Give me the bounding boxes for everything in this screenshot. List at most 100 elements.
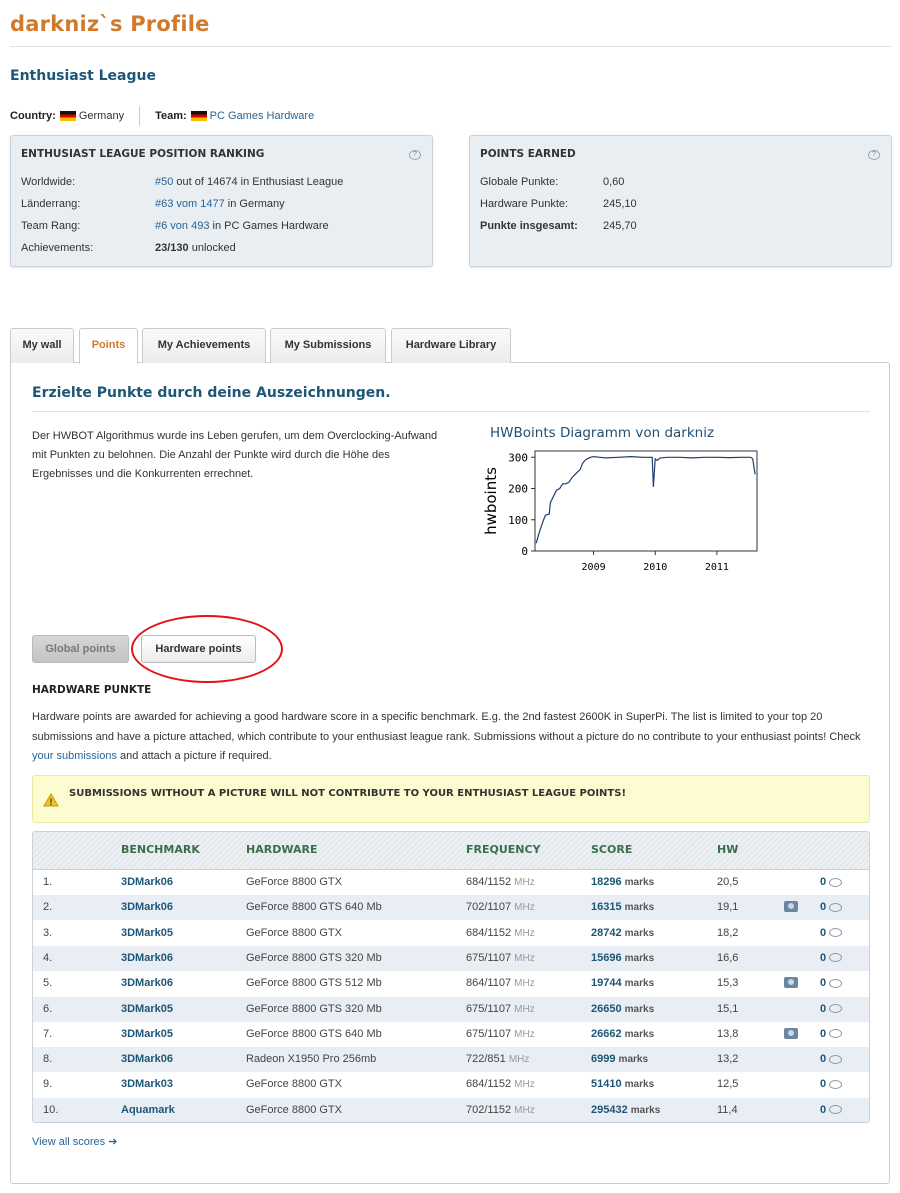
frequency-cell: 675/1107 MHz [466,952,535,964]
score-link[interactable]: 6999 [591,1053,615,1065]
comment-count: 0 [820,876,827,888]
tab-hardware-library[interactable]: Hardware Library [391,328,511,363]
score-link[interactable]: 26662 [591,1028,622,1040]
page-title: darkniz`s Profile [10,12,210,36]
points-label: Hardware Punkte: [480,198,569,210]
comment-count: 0 [820,1027,827,1040]
comments-cell[interactable]: 0 [820,977,843,990]
camera-icon[interactable] [784,901,798,913]
mhz-unit: MHz [514,877,535,888]
tab-points[interactable]: Points [79,328,138,364]
score-cell: 51410 marks [591,1078,654,1090]
mhz-unit: MHz [514,978,535,990]
comment-bubble-icon [829,877,843,887]
marks-unit: marks [618,1054,649,1066]
comments-cell[interactable]: 0 [820,901,843,913]
benchmark-link[interactable]: 3DMark06 [121,901,173,913]
global-points-button[interactable]: Global points [32,635,129,663]
table-row: 2. 3DMark06 GeForce 8800 GTS 640 Mb 702/110… [33,895,869,921]
frequency-value: 864/1107 [466,977,512,990]
score-link[interactable]: 28742 [591,927,622,939]
comment-bubble-icon [829,1004,843,1014]
comments-cell[interactable]: 0 [820,1027,843,1040]
comment-bubble-icon [829,1029,843,1039]
mhz-unit: MHz [514,1104,535,1116]
column-header-hardware[interactable]: HARDWARE [246,843,317,856]
points-label: Globale Punkte: [480,176,559,188]
score-link[interactable]: 51410 [591,1078,622,1090]
benchmark-link[interactable]: Aquamark [121,1104,175,1116]
mhz-unit: MHz [514,1028,535,1040]
help-icon[interactable]: ? [409,150,421,160]
score-link[interactable]: 295432 [591,1104,628,1116]
team-link[interactable]: PC Games Hardware [210,110,315,122]
column-header-score[interactable]: SCORE [591,843,632,856]
chart-y-tick-label: 300 [508,451,528,464]
benchmark-link[interactable]: 3DMark06 [121,876,173,888]
chart-y-tick-label: 100 [508,514,528,527]
hardware-name: GeForce 8800 GTS 640 Mb [246,1027,382,1040]
score-link[interactable]: 18296 [591,876,622,888]
hw-points: 19,1 [717,901,739,914]
comment-bubble-icon [829,1105,843,1115]
benchmark-link[interactable]: 3DMark05 [121,1003,173,1015]
chart-title: HWBoints Diagramm von darkniz [490,425,715,441]
ranking-label: Achievements: [21,242,94,254]
column-header-frequency[interactable]: FREQUENCY [466,843,541,856]
points-value: 245,70 [603,220,637,232]
hardware-name: GeForce 8800 GTS 320 Mb [246,1002,382,1015]
ranking-rest: in PC Games Hardware [209,220,329,232]
table-row: 7. 3DMark05 GeForce 8800 GTS 640 Mb 675/110… [33,1022,869,1047]
tab-my-submissions[interactable]: My Submissions [270,328,386,363]
comments-cell[interactable]: 0 [820,1053,843,1065]
benchmark-link[interactable]: 3DMark06 [121,977,173,989]
score-link[interactable]: 26650 [591,1003,622,1015]
comment-count: 0 [820,926,827,939]
ranking-label: Team Rang: [21,220,81,232]
hardware-points-description: Hardware points are awarded for achievin… [32,708,877,767]
chart-x-tick-label: 2009 [582,562,606,573]
tab-my-wall[interactable]: My wall [10,328,74,363]
hardware-name: GeForce 8800 GTS 640 Mb [246,901,382,914]
comments-cell[interactable]: 0 [820,1002,843,1015]
comments-cell[interactable]: 0 [820,1104,843,1116]
column-header-hw[interactable]: HW [717,843,738,856]
benchmark-link[interactable]: 3DMark06 [121,1053,173,1065]
team-rank-link[interactable]: #6 von 493 [155,220,209,232]
benchmark-link[interactable]: 3DMark06 [121,952,173,964]
camera-icon[interactable] [784,977,798,989]
tab-my-achievements[interactable]: My Achievements [142,328,266,363]
view-all-scores-link[interactable]: View all scores ➔ [32,1135,117,1148]
camera-icon[interactable] [784,1027,798,1039]
comment-count: 0 [820,951,827,964]
comments-cell[interactable]: 0 [820,951,843,964]
worldwide-rank-link[interactable]: #50 [155,176,173,188]
benchmark-link[interactable]: 3DMark05 [121,1028,173,1040]
help-icon[interactable]: ? [868,150,880,160]
description-text: and attach a picture if required. [116,750,272,762]
your-submissions-link[interactable]: your submissions [32,750,117,762]
column-header-benchmark[interactable]: BENCHMARK [121,843,200,856]
frequency-value: 684/1152 [466,876,512,888]
points-title: POINTS EARNED [480,148,576,160]
comments-cell[interactable]: 0 [820,876,843,888]
points-value: 245,10 [603,198,637,210]
row-rank: 5. [43,977,53,990]
score-link[interactable]: 16315 [591,901,622,913]
row-rank: 1. [43,876,53,888]
comment-count: 0 [820,1002,827,1015]
hw-points: 16,6 [717,951,739,964]
comments-cell[interactable]: 0 [820,926,843,939]
comments-cell[interactable]: 0 [820,1078,843,1090]
table-row: 6. 3DMark05 GeForce 8800 GTS 320 Mb 675/110… [33,996,869,1022]
ranking-title: ENTHUSIAST LEAGUE POSITION RANKING [21,148,265,160]
warning-icon: ! [43,793,59,807]
benchmark-link[interactable]: 3DMark03 [121,1078,173,1090]
comment-bubble-icon [829,902,843,912]
mhz-unit: MHz [514,927,535,939]
comment-count: 0 [820,977,827,990]
country-rank-link[interactable]: #63 vom 1477 [155,198,225,210]
score-link[interactable]: 15696 [591,952,622,964]
benchmark-link[interactable]: 3DMark05 [121,927,173,939]
score-link[interactable]: 19744 [591,977,622,989]
